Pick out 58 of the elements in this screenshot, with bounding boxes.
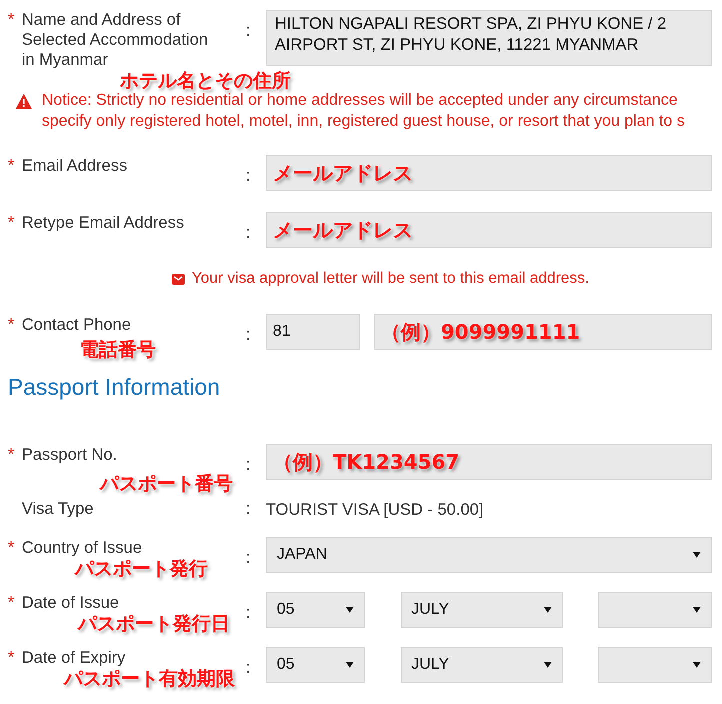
colon: : [246, 325, 251, 344]
annotation-text: （例）TK1234567 [273, 448, 460, 476]
field-label: Name and Address of Selected Accommodation in Myanmar [22, 10, 210, 70]
annotation-text: 電話番号 [80, 340, 156, 361]
annotation-text: メールアドレス [273, 216, 413, 244]
colon: : [246, 548, 251, 567]
warning-icon [16, 94, 32, 109]
annotation-text: （例）9099991111 [381, 318, 580, 346]
caret-icon [693, 607, 701, 613]
field-label: Contact Phone [22, 315, 132, 336]
month-dropdown[interactable]: JULY [400, 592, 562, 628]
annotation-text: パスポート番号 [100, 474, 233, 495]
country-dropdown[interactable]: JAPAN [266, 537, 712, 573]
colon: : [246, 455, 251, 474]
day-dropdown[interactable]: 05 [266, 592, 365, 628]
field-label: Date of Expiry [22, 648, 126, 669]
country-code-field[interactable]: 81 [266, 314, 360, 350]
field-label: Date of Issue [22, 593, 120, 614]
visa-type-value: TOURIST VISA [USD - 50.00] [266, 500, 485, 521]
year-dropdown[interactable] [598, 647, 712, 683]
field-label: Visa Type [22, 499, 94, 520]
annotation-text: ホテル名とその住所 [120, 71, 291, 92]
annotation-text: パスポート発行 [75, 559, 208, 580]
colon: : [246, 603, 251, 622]
month-dropdown[interactable]: JULY [400, 647, 562, 683]
annotation-text: パスポート有効期限 [64, 669, 235, 690]
colon: : [246, 166, 251, 185]
colon: : [246, 499, 251, 518]
envelope-icon [172, 274, 185, 284]
field-label: Email Address [22, 156, 128, 177]
required-mark: * [8, 212, 16, 234]
required-mark: * [8, 314, 16, 336]
caret-icon [693, 552, 701, 558]
annotation-text: パスポート発行日 [78, 614, 230, 635]
required-mark: * [8, 647, 16, 669]
required-mark: * [8, 444, 16, 466]
address-textarea[interactable]: HILTON NGAPALI RESORT SPA, ZI PHYU KONE / 2 AIRPORT ST, ZI PHYU KONE, 11221 MYANMAR [266, 10, 712, 66]
caret-icon [544, 662, 552, 668]
caret-icon [544, 607, 552, 613]
field-label: Passport No. [22, 445, 118, 466]
required-mark: * [8, 537, 16, 559]
notice-text: Notice: Strictly no residential or home addresses will be accepted under any circumstance specify only registered hotel, motel, inn, registered guest house, or resort that you plan to s [42, 91, 686, 132]
caret-icon [346, 662, 354, 668]
colon: : [246, 223, 251, 242]
section-heading: Passport Information [8, 374, 222, 402]
year-dropdown[interactable] [598, 592, 712, 628]
caret-icon [346, 607, 354, 613]
colon: : [246, 21, 251, 40]
field-label: Country of Issue [22, 538, 142, 559]
required-mark: * [8, 155, 16, 177]
annotation-text: メールアドレス [273, 160, 413, 186]
day-dropdown[interactable]: 05 [266, 647, 365, 683]
colon: : [246, 658, 251, 677]
email-note: Your visa approval letter will be sent to this email address. [192, 270, 590, 288]
field-label: Retype Email Address [22, 213, 184, 234]
required-mark: * [8, 10, 16, 31]
caret-icon [693, 662, 701, 668]
required-mark: * [8, 592, 16, 614]
